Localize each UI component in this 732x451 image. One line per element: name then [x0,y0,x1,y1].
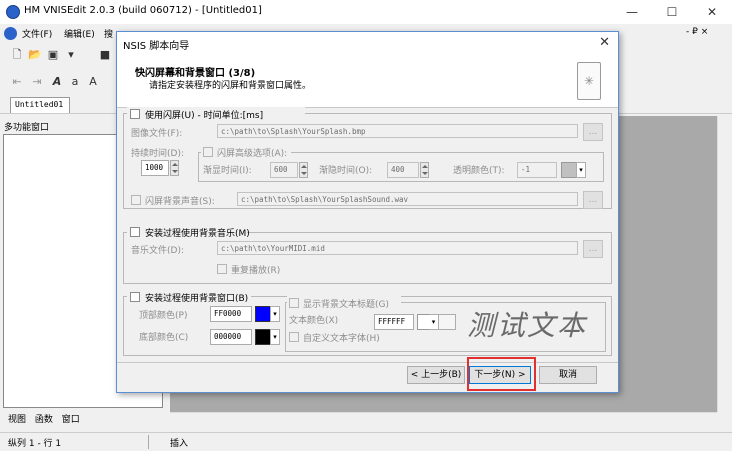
status-divider [148,435,149,449]
dropdown-arrow-icon[interactable]: ▾ [64,48,78,62]
text-preview: 测试文本 [467,309,588,342]
fade-out-spinner[interactable] [420,162,429,178]
splash-duration-input[interactable]: 1000 [141,160,169,176]
splash-image-browse-button[interactable]: ... [583,123,603,141]
fade-out-label: 渐隐时间(O): [319,166,373,176]
menu-file[interactable]: 文件(F) [22,27,52,40]
top-color-label: 顶部颜色(P) [139,311,188,321]
cancel-button[interactable]: 取消 [539,366,597,384]
transparent-color-input[interactable]: -1 [517,162,557,178]
custom-font-checkbox[interactable] [289,332,299,342]
wizard-page-icon: ✳ [577,62,601,100]
use-bgwindow-checkbox[interactable] [130,292,140,302]
repeat-music-checkbox[interactable] [217,264,227,274]
menu-edit[interactable]: 编辑(E) [64,27,95,40]
close-icon[interactable]: ✕ [692,0,732,24]
text-color-label: 文本颜色(X) [289,316,339,326]
dialog-titlebar: NSIS 脚本向导 ✕ [117,32,618,54]
splash-image-label: 图像文件(F): [131,129,183,139]
splash-sound-browse-button[interactable]: ... [583,191,603,209]
app-titlebar: HM VNISEdit 2.0.3 (build 060712) - [Unti… [0,0,732,24]
splash-sound-label: 闪屏背景声音(S): [145,197,215,207]
fade-out-input[interactable]: 400 [387,162,419,178]
mdi-controls[interactable]: - ₽ × [686,27,708,37]
dialog-title: NSIS 脚本向导 [123,41,190,52]
font-picker-button[interactable] [438,314,456,330]
tab-untitled01[interactable]: Untitled01 [10,97,70,113]
show-title-label: 显示背景文本标题(G) [303,300,389,310]
splash-sound-checkbox[interactable] [131,195,141,205]
music-group [123,232,612,284]
music-file-input[interactable]: c:\path\to\YourMIDI.mid [217,241,578,255]
wizard-step-description: 请指定安装程序的闪屏和背景窗口属性。 [149,81,312,91]
tab-view[interactable]: 视图 [8,415,26,425]
top-color-swatch[interactable] [255,306,271,322]
music-file-label: 音乐文件(D): [131,246,184,256]
horizontal-scrollbar[interactable] [170,412,717,428]
bottom-color-dropdown-icon[interactable]: ▾ [270,329,280,345]
bottom-color-label: 底部颜色(C) [139,333,189,343]
splash-advanced-label: 闪屏高级选项(A): [217,149,288,159]
vertical-scrollbar[interactable] [717,116,732,412]
nsis-wizard-dialog: NSIS 脚本向导 ✕ 快闪屏幕和背景窗口 (3/8) 请指定安装程序的闪屏和背… [116,31,619,393]
splash-sound-input[interactable]: c:\path\to\Splash\YourSplashSound.wav [237,192,578,206]
lowercase-icon[interactable]: a [68,75,82,89]
wizard-step-title: 快闪屏幕和背景窗口 (3/8) [135,68,256,79]
bottom-color-swatch[interactable] [255,329,271,345]
app-logo-icon [6,5,20,19]
tab-functions[interactable]: 函数 [35,415,53,425]
custom-font-label: 自定义文本字体(H) [303,334,380,344]
show-title-checkbox[interactable] [289,298,299,308]
maximize-icon[interactable]: ☐ [652,0,692,24]
template-icon[interactable]: ▣ [46,48,60,62]
case-icon[interactable]: A [86,75,100,89]
back-button[interactable]: < 上一步(B) [407,366,465,384]
transparent-color-dropdown-icon[interactable]: ▾ [576,162,586,178]
save-icon[interactable]: ■ [98,48,112,62]
app-menu-icon[interactable] [4,27,17,40]
fade-in-spinner[interactable] [299,162,308,178]
bottom-color-input[interactable]: 000000 [210,329,252,345]
menu-search[interactable]: 搜 [104,27,113,40]
footer-divider [117,362,618,363]
splash-image-input[interactable]: c:\path\to\Splash\YourSplash.bmp [217,124,578,138]
new-file-icon[interactable]: 🗋 [10,48,24,62]
music-file-browse-button[interactable]: ... [583,240,603,258]
splash-group-label: 使用闪屏(U) - 时间单位:[ms] [145,111,264,121]
use-splash-checkbox[interactable] [130,109,140,119]
top-color-input[interactable]: FF0000 [210,306,252,322]
status-position: 纵列 1 - 行 1 [8,439,62,449]
panel-tabs: 视图 函数 窗口 [8,412,86,425]
tab-window[interactable]: 窗口 [62,415,80,425]
statusbar: 纵列 1 - 行 1 插入 [0,432,732,451]
use-music-checkbox[interactable] [130,227,140,237]
panel-title: 多功能窗口 [4,123,50,133]
font-icon[interactable]: A [50,75,64,89]
splash-duration-spinner[interactable] [170,160,179,176]
splash-duration-label: 持续时间(D): [131,149,184,159]
repeat-music-label: 重复播放(R) [231,266,281,276]
indent-icon[interactable]: ⇤ [10,75,24,89]
minimize-icon[interactable]: — [612,0,652,24]
transparent-color-label: 透明颜色(T): [453,166,505,176]
transparent-color-swatch[interactable] [561,162,577,178]
text-color-input[interactable]: FFFFFF [374,314,414,330]
app-title: HM VNISEdit 2.0.3 (build 060712) - [Unti… [24,5,262,16]
top-color-dropdown-icon[interactable]: ▾ [270,306,280,322]
fade-in-input[interactable]: 600 [270,162,298,178]
music-group-label: 安装过程使用背景音乐(M) [145,229,250,239]
open-folder-icon[interactable]: 📂 [28,48,42,62]
dialog-header: 快闪屏幕和背景窗口 (3/8) 请指定安装程序的闪屏和背景窗口属性。 ✳ [117,54,618,108]
status-mode: 插入 [170,439,189,449]
dialog-close-icon[interactable]: ✕ [599,35,610,50]
next-button-highlight [467,357,536,391]
outdent-icon[interactable]: ⇥ [30,75,44,89]
splash-advanced-checkbox[interactable] [203,147,213,157]
bgwindow-group-label: 安装过程使用背景窗口(B) [145,294,249,304]
fade-in-label: 渐显时间(I): [203,166,252,176]
